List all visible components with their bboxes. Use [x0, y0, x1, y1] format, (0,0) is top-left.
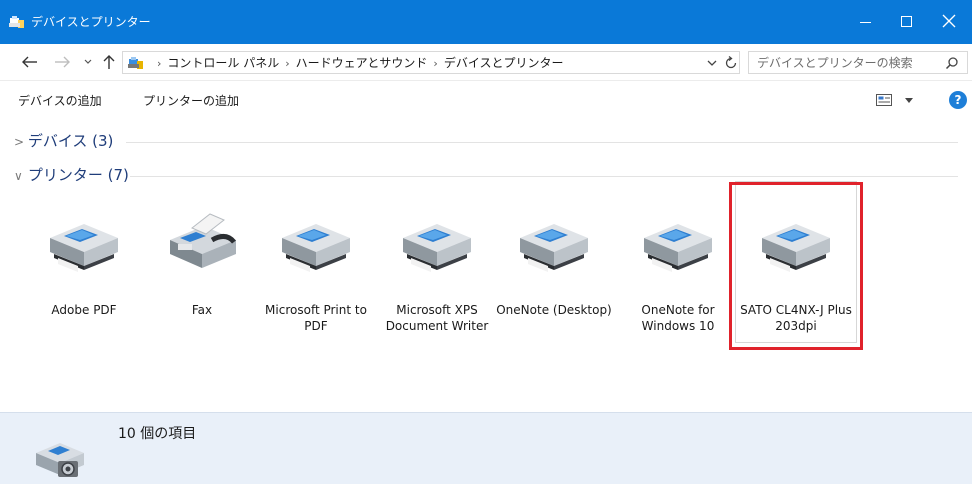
- breadcrumb-devices-printers[interactable]: デバイスとプリンター: [444, 56, 564, 70]
- breadcrumb-control-panel[interactable]: コントロール パネル: [167, 56, 279, 70]
- printer-name: Adobe PDF: [51, 303, 117, 317]
- control-panel-icon: [128, 57, 143, 69]
- printer-icon: [44, 206, 124, 276]
- minimize-button[interactable]: [842, 0, 888, 44]
- expand-chevron-icon: >: [14, 135, 25, 149]
- chevron-down-icon: [84, 59, 92, 64]
- printer-item[interactable]: Microsoft XPS Document Writer: [377, 182, 497, 342]
- printer-item[interactable]: Microsoft Print to PDF: [256, 182, 376, 342]
- maximize-button[interactable]: [884, 0, 930, 44]
- add-printer-button[interactable]: プリンターの追加: [143, 93, 239, 109]
- window-title: デバイスとプリンター: [31, 15, 151, 29]
- breadcrumb-hardware-sound[interactable]: ハードウェアとサウンド: [296, 56, 428, 70]
- breadcrumb: › コントロール パネル › ハードウェアとサウンド › デバイスとプリンター: [151, 55, 563, 72]
- breadcrumb-separator: ›: [433, 57, 438, 70]
- collapse-chevron-icon: ∨: [14, 169, 23, 183]
- back-arrow-icon: [22, 56, 37, 68]
- breadcrumb-separator: ›: [157, 57, 162, 70]
- devices-printers-icon: [36, 443, 84, 477]
- refresh-icon[interactable]: [723, 55, 739, 71]
- close-button[interactable]: [926, 0, 972, 44]
- printer-item[interactable]: OneNote for Windows 10: [618, 182, 738, 342]
- navigation-bar: › コントロール パネル › ハードウェアとサウンド › デバイスとプリンター デバイスと…: [0, 44, 972, 80]
- device-list-pane: > デバイス (3) ∨ プリンター (7) Adobe PDF Fax Mic…: [0, 120, 972, 412]
- printer-name: Fax: [191, 303, 213, 317]
- printer-item[interactable]: OneNote (Desktop): [494, 182, 614, 342]
- printer-item[interactable]: SATO CL4NX-J Plus 203dpi: [735, 181, 857, 343]
- close-icon: [942, 14, 956, 28]
- change-view-icon[interactable]: [876, 94, 892, 106]
- search-placeholder: デバイスとプリンターの検索: [757, 56, 913, 70]
- printer-name: OneNote for Windows 10: [641, 303, 715, 333]
- details-pane: 10 個の項目: [0, 412, 972, 484]
- maximize-icon: [901, 16, 912, 27]
- breadcrumb-separator: ›: [285, 57, 290, 70]
- fax-icon: [162, 206, 242, 276]
- search-input[interactable]: デバイスとプリンターの検索: [748, 51, 968, 74]
- printer-item[interactable]: Fax: [142, 182, 262, 342]
- up-button[interactable]: [99, 52, 119, 72]
- printer-name: SATO CL4NX-J Plus 203dpi: [740, 303, 852, 333]
- help-button[interactable]: ?: [949, 91, 967, 109]
- group-divider: [126, 142, 958, 143]
- group-label-devices: デバイス (3): [27, 132, 114, 150]
- search-icon[interactable]: [945, 56, 959, 70]
- up-arrow-icon: [103, 55, 115, 69]
- printer-icon: [756, 206, 836, 276]
- command-bar: デバイスの追加 プリンターの追加 ?: [0, 80, 972, 120]
- printer-name: OneNote (Desktop): [496, 303, 612, 317]
- printer-icon: [638, 206, 718, 276]
- devices-printers-app-icon: [9, 16, 24, 28]
- printer-item[interactable]: Adobe PDF: [24, 182, 144, 342]
- add-device-button[interactable]: デバイスの追加: [18, 93, 102, 109]
- recent-locations-button[interactable]: [78, 52, 98, 72]
- item-count: 10 個の項目: [118, 426, 197, 442]
- back-button[interactable]: [20, 52, 40, 72]
- group-divider: [130, 176, 958, 177]
- printer-name: Microsoft Print to PDF: [265, 303, 367, 333]
- address-bar[interactable]: › コントロール パネル › ハードウェアとサウンド › デバイスとプリンター: [122, 51, 740, 74]
- title-bar: デバイスとプリンター: [0, 0, 972, 44]
- forward-button[interactable]: [52, 52, 72, 72]
- view-options-dropdown-icon[interactable]: [904, 95, 914, 105]
- printer-icon: [276, 206, 356, 276]
- group-header-devices[interactable]: > デバイス (3): [14, 130, 113, 152]
- address-dropdown-icon[interactable]: [705, 56, 719, 70]
- minimize-icon: [860, 22, 871, 23]
- printer-icon: [514, 206, 594, 276]
- printer-icon: [397, 206, 477, 276]
- forward-arrow-icon: [55, 56, 70, 68]
- printer-name: Microsoft XPS Document Writer: [385, 303, 489, 333]
